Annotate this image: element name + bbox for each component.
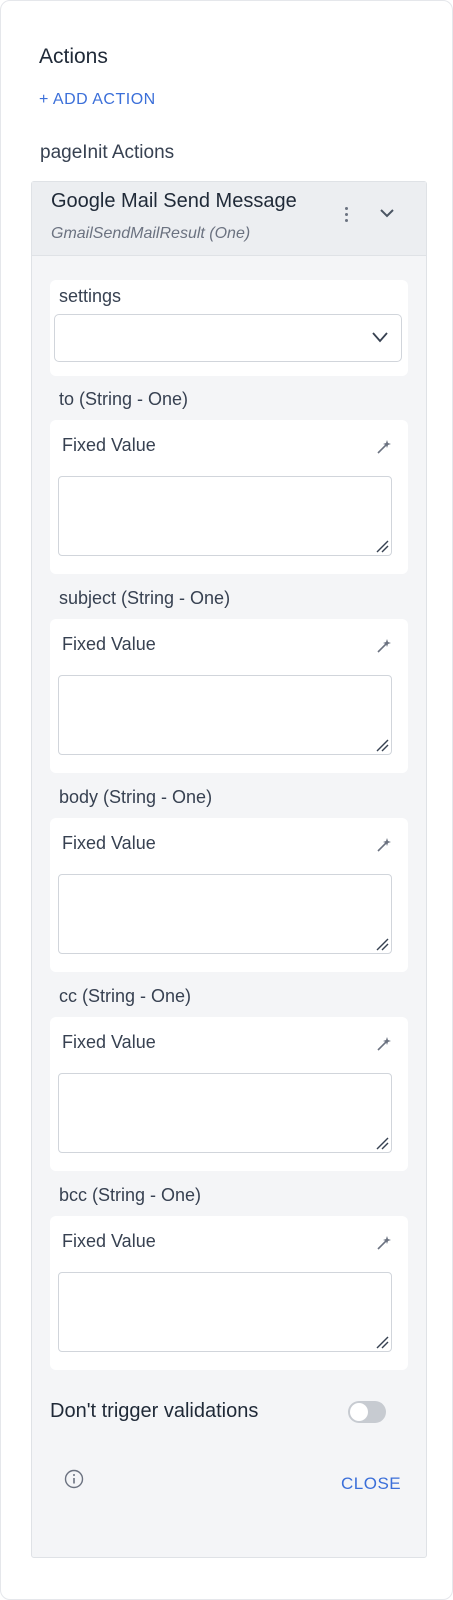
- resize-grip-icon[interactable]: [375, 937, 389, 951]
- fixed-value-label: Fixed Value: [62, 435, 156, 455]
- magic-wand-icon[interactable]: [376, 636, 394, 654]
- action-card: Google Mail Send Message GmailSendMailRe…: [31, 181, 427, 1558]
- cc-textarea[interactable]: [58, 1073, 392, 1153]
- resize-grip-icon[interactable]: [375, 1335, 389, 1349]
- magic-wand-icon[interactable]: [376, 835, 394, 853]
- settings-select[interactable]: [54, 314, 402, 362]
- kebab-icon[interactable]: [340, 204, 352, 226]
- add-action-button[interactable]: + ADD ACTION: [39, 91, 156, 109]
- field-label-cc: cc (String - One): [59, 986, 192, 1006]
- fixed-value-label: Fixed Value: [62, 1231, 156, 1251]
- field-block-cc: Fixed Value: [50, 1017, 408, 1171]
- subject-textarea[interactable]: [58, 675, 392, 755]
- to-textarea[interactable]: [58, 476, 392, 556]
- action-card-header[interactable]: Google Mail Send Message GmailSendMailRe…: [32, 182, 426, 256]
- fixed-value-label: Fixed Value: [62, 833, 156, 853]
- field-block-body: Fixed Value: [50, 818, 408, 972]
- fixed-value-label: Fixed Value: [62, 634, 156, 654]
- close-button[interactable]: CLOSE: [341, 1474, 401, 1494]
- body-textarea[interactable]: [58, 874, 392, 954]
- panel-title: Actions: [39, 45, 108, 68]
- settings-label: settings: [59, 286, 122, 306]
- field-label-body: body (String - One): [59, 787, 213, 807]
- chevron-down-icon: [372, 332, 388, 343]
- field-label-subject: subject (String - One): [59, 588, 231, 608]
- action-subtitle: GmailSendMailResult (One): [51, 225, 251, 242]
- magic-wand-icon[interactable]: [376, 437, 394, 455]
- dont-trigger-validations-label: Don't trigger validations: [50, 1400, 259, 1422]
- resize-grip-icon[interactable]: [375, 1136, 389, 1150]
- field-block-subject: Fixed Value: [50, 619, 408, 773]
- field-block-to: Fixed Value: [50, 420, 408, 574]
- action-title: Google Mail Send Message: [51, 190, 297, 212]
- bcc-textarea[interactable]: [58, 1272, 392, 1352]
- field-block-bcc: Fixed Value: [50, 1216, 408, 1370]
- field-label-bcc: bcc (String - One): [59, 1185, 202, 1205]
- magic-wand-icon[interactable]: [376, 1034, 394, 1052]
- toggle-knob: [350, 1403, 368, 1421]
- resize-grip-icon[interactable]: [375, 539, 389, 553]
- info-icon[interactable]: [64, 1469, 84, 1489]
- magic-wand-icon[interactable]: [376, 1233, 394, 1251]
- chevron-down-icon[interactable]: [378, 206, 396, 220]
- fixed-value-label: Fixed Value: [62, 1032, 156, 1052]
- resize-grip-icon[interactable]: [375, 738, 389, 752]
- field-label-to: to (String - One): [59, 389, 189, 409]
- dont-trigger-validations-toggle[interactable]: [348, 1401, 386, 1423]
- section-title: pageInit Actions: [40, 142, 175, 163]
